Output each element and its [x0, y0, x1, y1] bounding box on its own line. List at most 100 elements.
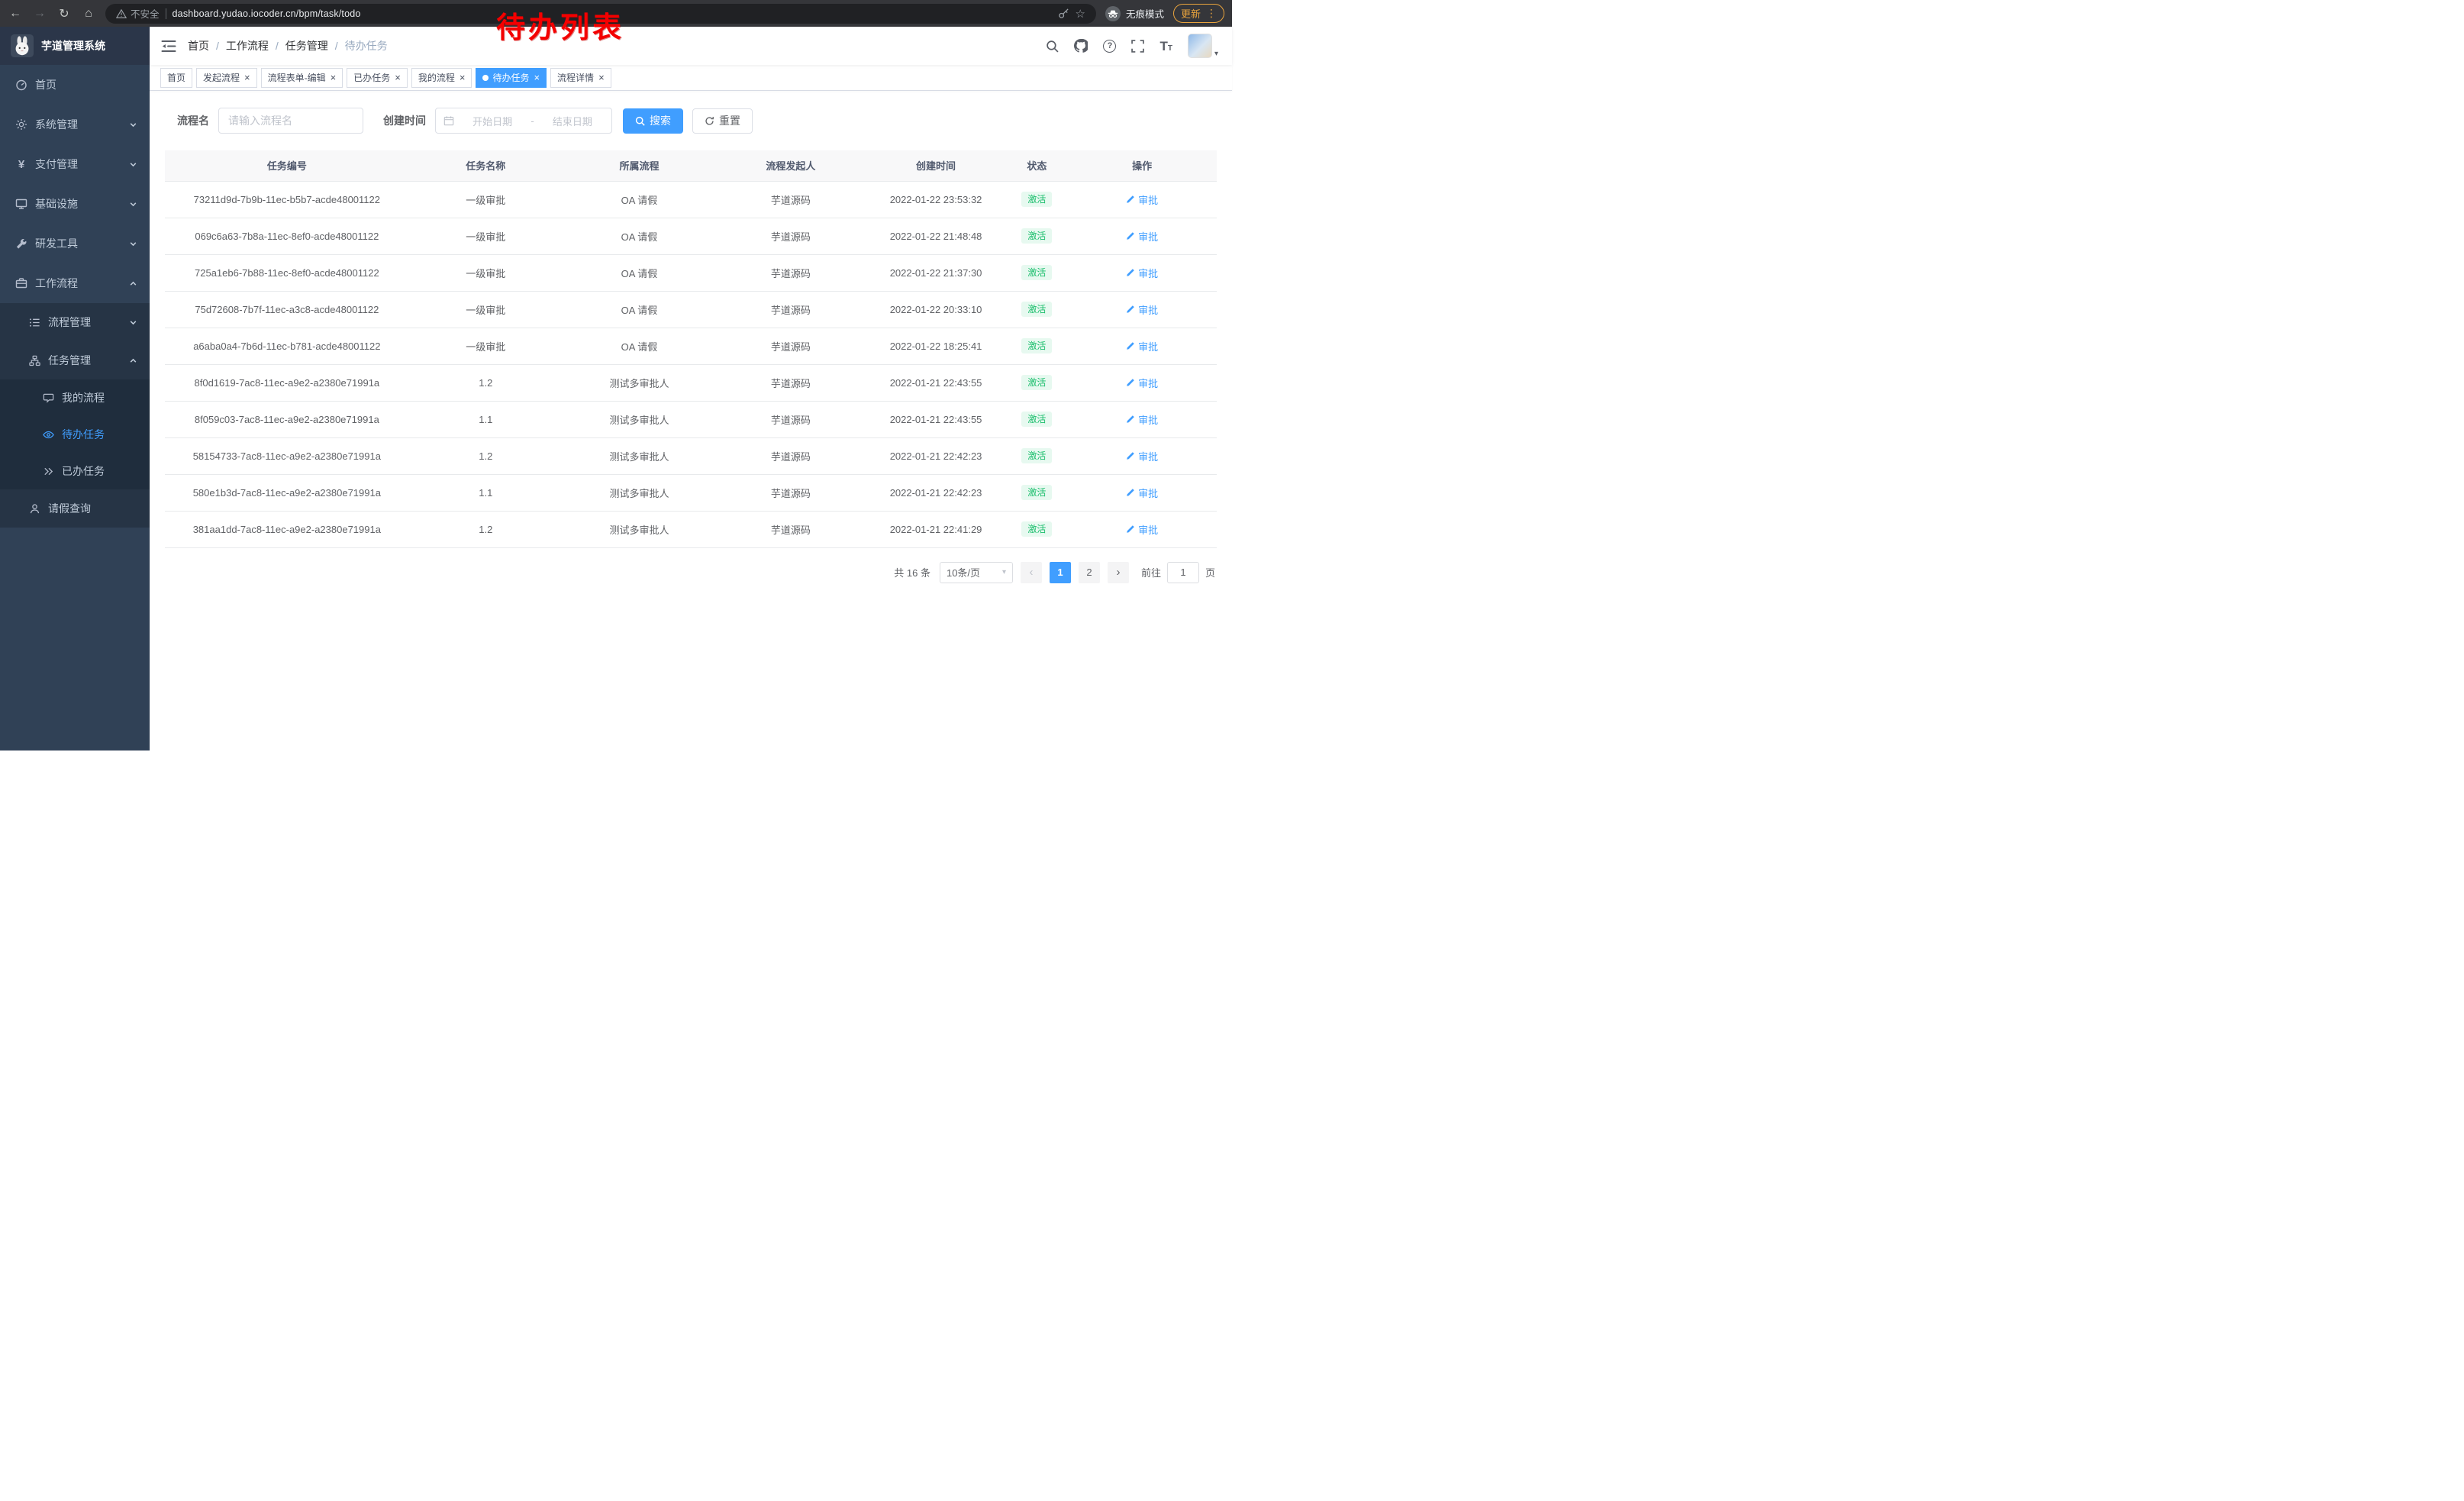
- search-button[interactable]: 搜索: [623, 108, 683, 134]
- fullscreen-icon[interactable]: [1131, 40, 1144, 53]
- approve-link[interactable]: 审批: [1126, 229, 1158, 244]
- cell-actions: 审批: [1067, 437, 1217, 474]
- update-label: 更新: [1181, 6, 1201, 21]
- tab-item[interactable]: 流程详情×: [550, 68, 611, 88]
- approve-link[interactable]: 审批: [1126, 449, 1158, 463]
- cell-create-time: 2022-01-21 22:42:23: [866, 437, 1007, 474]
- goto-page-input[interactable]: [1167, 562, 1199, 583]
- tab-item[interactable]: 我的流程×: [411, 68, 472, 88]
- page-button[interactable]: 2: [1079, 562, 1100, 583]
- logo-image: [11, 34, 34, 57]
- menu-label: 待办任务: [62, 427, 105, 442]
- tab-item[interactable]: 发起流程×: [196, 68, 257, 88]
- sidebar-item-process-mgmt[interactable]: 流程管理: [0, 303, 150, 341]
- sidebar-item-done-tasks[interactable]: 已办任务: [0, 453, 150, 489]
- column-header-actions: 操作: [1067, 150, 1217, 181]
- approve-link[interactable]: 审批: [1126, 376, 1158, 390]
- sidebar-item-task-mgmt[interactable]: 任务管理: [0, 341, 150, 379]
- cell-status: 激活: [1006, 364, 1067, 401]
- sidebar-item-workflow[interactable]: 工作流程: [0, 263, 150, 303]
- browser-back-icon[interactable]: ←: [8, 7, 23, 21]
- tab-item[interactable]: 流程表单-编辑×: [261, 68, 343, 88]
- browser-menu-dots-icon[interactable]: ⋮: [1206, 7, 1217, 20]
- status-badge: 激活: [1021, 485, 1052, 500]
- menu-label: 已办任务: [62, 463, 105, 479]
- reset-button-label: 重置: [719, 113, 740, 128]
- status-badge: 激活: [1021, 338, 1052, 353]
- user-avatar[interactable]: ▾: [1188, 34, 1218, 58]
- yen-icon: ¥: [15, 158, 27, 171]
- tab-close-icon[interactable]: ×: [460, 73, 466, 82]
- app-logo[interactable]: 芋道管理系统: [0, 27, 150, 65]
- sidebar-item-home[interactable]: 首页: [0, 65, 150, 105]
- approve-link[interactable]: 审批: [1126, 192, 1158, 207]
- tab-active[interactable]: 待办任务×: [476, 68, 547, 88]
- browser-home-icon[interactable]: ⌂: [81, 7, 96, 21]
- breadcrumb-item: 待办任务: [345, 38, 388, 53]
- url-text[interactable]: dashboard.yudao.iocoder.cn/bpm/task/todo: [173, 8, 1052, 19]
- cell-create-time: 2022-01-22 20:33:10: [866, 291, 1007, 328]
- prev-page-button[interactable]: ‹: [1021, 562, 1042, 583]
- browser-update-button[interactable]: 更新 ⋮: [1173, 4, 1224, 23]
- tab-close-icon[interactable]: ×: [598, 73, 605, 82]
- status-badge: 激活: [1021, 302, 1052, 317]
- security-warning[interactable]: 不安全: [116, 6, 160, 21]
- menu-label: 请假查询: [48, 501, 91, 516]
- tab-close-icon[interactable]: ×: [395, 73, 401, 82]
- tab-item[interactable]: 首页: [160, 68, 192, 88]
- table-header-row: 任务编号 任务名称 所属流程 流程发起人 创建时间 状态 操作: [165, 150, 1217, 181]
- menu-label: 系统管理: [35, 117, 78, 132]
- sidebar-fold-icon[interactable]: [150, 40, 188, 53]
- help-icon[interactable]: ?: [1103, 40, 1116, 53]
- approve-link-label: 审批: [1138, 376, 1158, 390]
- tab-close-icon[interactable]: ×: [534, 73, 540, 82]
- approve-link[interactable]: 审批: [1126, 412, 1158, 427]
- sidebar-item-infra[interactable]: 基础设施: [0, 184, 150, 224]
- browser-forward-icon[interactable]: →: [32, 7, 47, 21]
- cell-status: 激活: [1006, 254, 1067, 291]
- approve-link[interactable]: 审批: [1126, 522, 1158, 537]
- tab-item[interactable]: 已办任务×: [347, 68, 408, 88]
- reset-button[interactable]: 重置: [692, 108, 753, 134]
- sidebar-item-payment[interactable]: ¥ 支付管理: [0, 144, 150, 184]
- cell-process: 测试多审批人: [563, 401, 716, 437]
- pagination: 共 16 条 10条/页 ▾ ‹ 12 › 前往 页: [165, 562, 1217, 583]
- breadcrumb-item[interactable]: 首页: [188, 38, 209, 53]
- github-icon[interactable]: [1074, 39, 1088, 53]
- gear-icon: [15, 118, 27, 131]
- font-size-icon[interactable]: TT: [1159, 40, 1172, 53]
- sidebar-item-leave-query[interactable]: 请假查询: [0, 489, 150, 528]
- sidebar-item-my-process[interactable]: 我的流程: [0, 379, 150, 416]
- date-range-picker[interactable]: 开始日期 - 结束日期: [435, 108, 612, 134]
- approve-link[interactable]: 审批: [1126, 302, 1158, 317]
- tab-close-icon[interactable]: ×: [244, 73, 250, 82]
- process-name-input[interactable]: [218, 108, 363, 134]
- cell-status: 激活: [1006, 511, 1067, 547]
- page-size-select[interactable]: 10条/页 ▾: [940, 562, 1013, 583]
- approve-link[interactable]: 审批: [1126, 486, 1158, 500]
- incognito-badge: 无痕模式: [1105, 6, 1164, 21]
- breadcrumb-item[interactable]: 任务管理: [285, 38, 328, 53]
- pencil-icon: [1126, 195, 1135, 204]
- password-key-icon[interactable]: [1058, 8, 1069, 19]
- search-icon[interactable]: [1046, 40, 1059, 53]
- browser-reload-icon[interactable]: ↻: [56, 6, 72, 21]
- breadcrumb-separator: /: [216, 40, 219, 52]
- next-page-button[interactable]: ›: [1108, 562, 1129, 583]
- briefcase-icon: [15, 277, 27, 289]
- cell-task-id: 73211d9d-7b9b-11ec-b5b7-acde48001122: [165, 181, 409, 218]
- sidebar-item-system[interactable]: 系统管理: [0, 105, 150, 144]
- breadcrumb-item[interactable]: 工作流程: [226, 38, 269, 53]
- bookmark-star-icon[interactable]: ☆: [1076, 7, 1085, 21]
- approve-link[interactable]: 审批: [1126, 339, 1158, 353]
- address-bar[interactable]: 不安全 dashboard.yudao.iocoder.cn/bpm/task/…: [105, 4, 1096, 24]
- approve-link-label: 审批: [1138, 339, 1158, 353]
- page-button-active[interactable]: 1: [1050, 562, 1071, 583]
- tab-close-icon[interactable]: ×: [331, 73, 337, 82]
- cell-process: 测试多审批人: [563, 364, 716, 401]
- cell-process: OA 请假: [563, 181, 716, 218]
- sidebar-item-todo-tasks[interactable]: 待办任务: [0, 416, 150, 453]
- approve-link[interactable]: 审批: [1126, 266, 1158, 280]
- cell-create-time: 2022-01-21 22:43:55: [866, 401, 1007, 437]
- sidebar-item-devtools[interactable]: 研发工具: [0, 224, 150, 263]
